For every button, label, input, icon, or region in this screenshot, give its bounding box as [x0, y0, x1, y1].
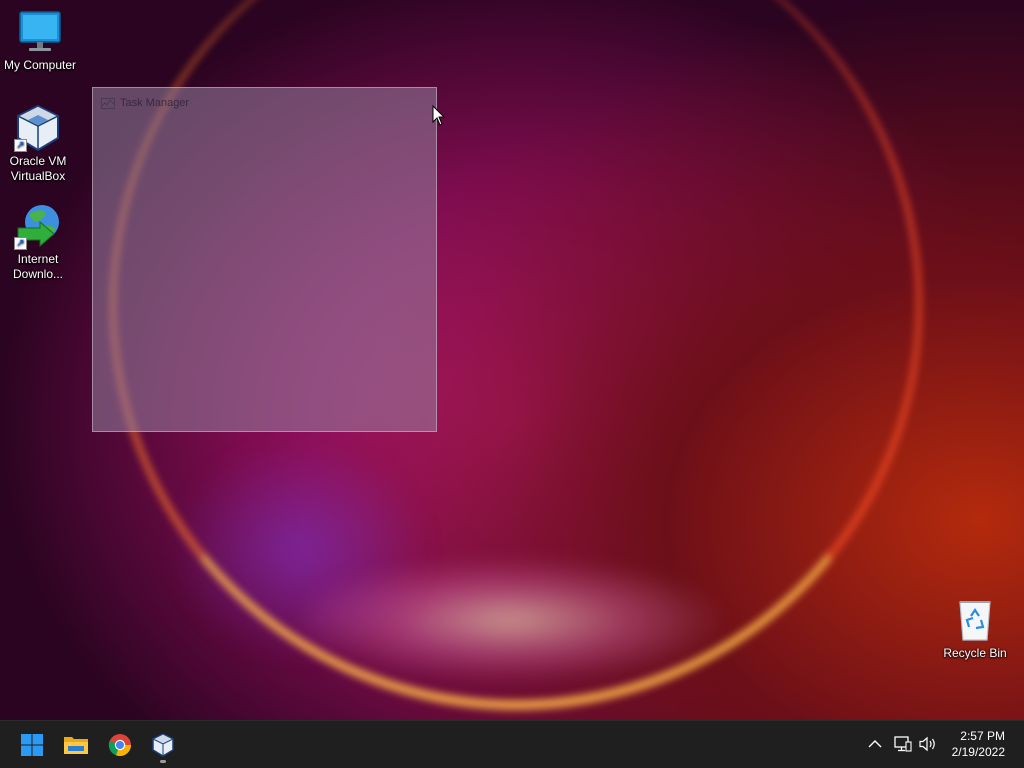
task-manager-icon [101, 97, 115, 109]
desktop-icon-label: Oracle VM VirtualBox [9, 154, 67, 183]
chevron-up-icon [868, 740, 882, 748]
desktop-icon-virtualbox[interactable]: ↗ Oracle VM VirtualBox [0, 104, 78, 184]
shortcut-arrow-icon: ↗ [14, 237, 27, 250]
start-button[interactable] [12, 725, 52, 765]
network-status-button[interactable] [892, 733, 914, 755]
desktop-icon-internet-download-manager[interactable]: ↗ Internet Downlo... [0, 202, 78, 282]
virtualbox-icon: ↗ [14, 104, 62, 152]
mouse-cursor-icon [432, 105, 446, 126]
desktop-icon-label: Internet Downlo... [12, 252, 64, 281]
volume-button[interactable] [917, 733, 939, 755]
windows-start-icon [21, 734, 43, 756]
desktop-icon-label: My Computer [3, 58, 77, 72]
taskbar-file-explorer[interactable] [56, 725, 96, 765]
clock-time: 2:57 PM [960, 729, 1005, 743]
virtualbox-icon [151, 733, 175, 757]
desktop-icon-recycle-bin[interactable]: Recycle Bin [935, 596, 1015, 661]
taskbar-virtualbox[interactable] [143, 725, 183, 765]
recycle-bin-icon [951, 596, 999, 644]
desktop-icon-label: Recycle Bin [943, 646, 1007, 660]
window-title: Task Manager [120, 97, 190, 109]
volume-icon [919, 736, 935, 752]
taskbar-chrome[interactable] [100, 725, 140, 765]
running-indicator [160, 760, 166, 763]
task-manager-window[interactable]: Task Manager [92, 87, 437, 432]
internet-download-manager-icon: ↗ [14, 202, 62, 250]
clock-date: 2/19/2022 [951, 745, 1005, 759]
network-icon [894, 736, 912, 752]
show-hidden-icons-button[interactable] [864, 733, 886, 755]
shortcut-arrow-icon: ↗ [14, 139, 27, 152]
folder-icon [64, 737, 88, 754]
window-title-bar[interactable]: Task Manager [101, 96, 189, 110]
chrome-icon [108, 734, 132, 757]
desktop-icon-my-computer[interactable]: My Computer [0, 8, 80, 73]
clock[interactable]: 2:57 PM 2/19/2022 [952, 728, 1005, 760]
taskbar: 2:57 PM 2/19/2022 [0, 720, 1024, 768]
monitor-icon [16, 8, 64, 56]
